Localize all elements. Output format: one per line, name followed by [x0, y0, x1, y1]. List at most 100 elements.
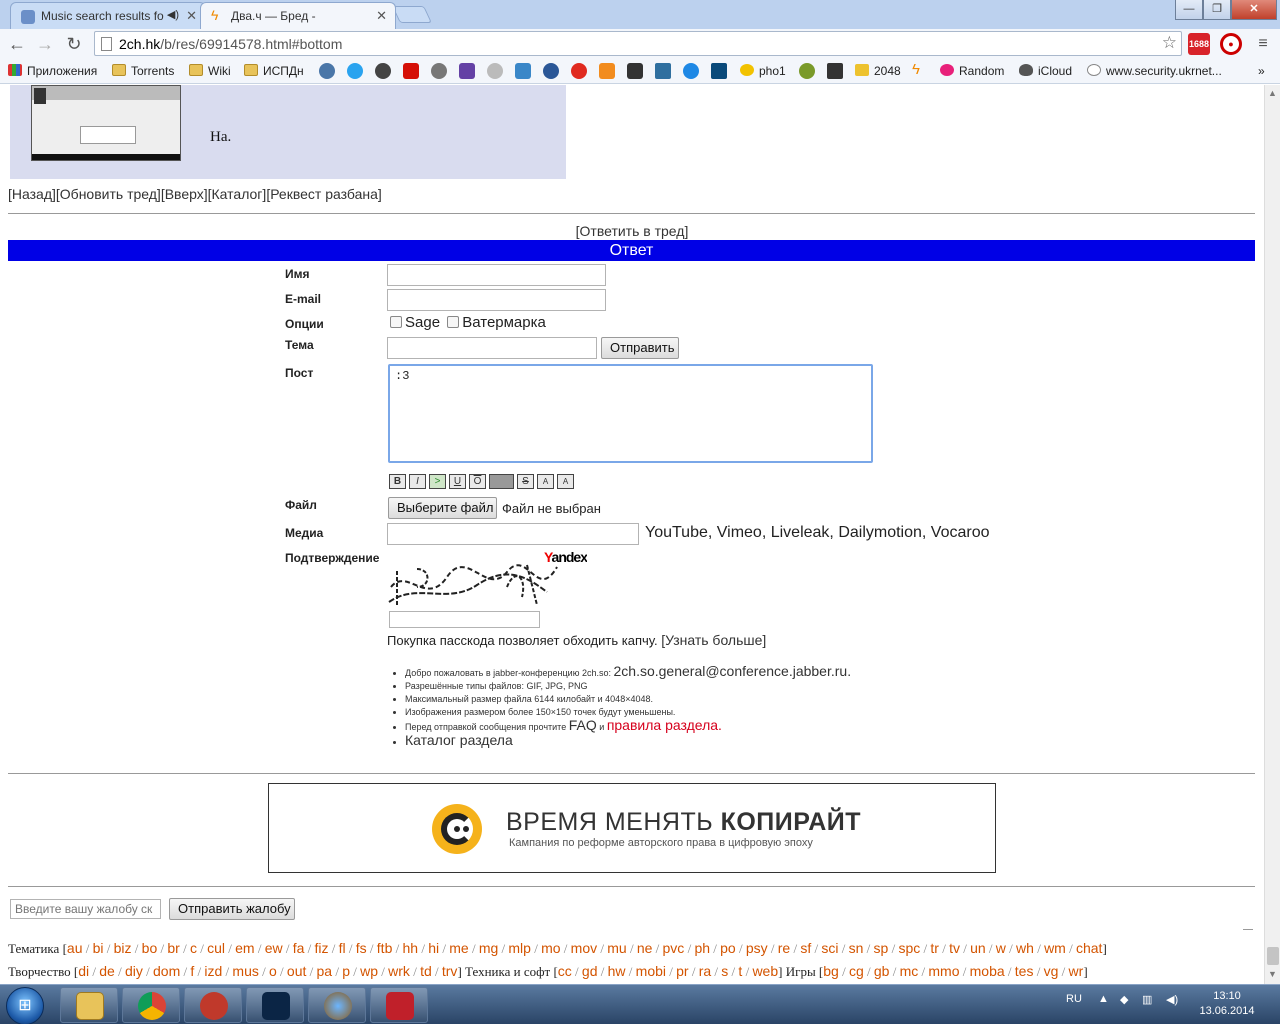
tab-music-search[interactable]: Music search results fo ◀) ✕	[10, 2, 206, 29]
choose-file-button[interactable]: Выберите файл	[388, 497, 497, 519]
board-link-cc[interactable]: cc	[558, 963, 572, 979]
language-indicator[interactable]: RU	[1066, 993, 1082, 1005]
board-link-bg[interactable]: bg	[823, 963, 839, 979]
bookmark-random[interactable]: Random	[940, 62, 1004, 80]
passcode-learn-more-link[interactable]: [Узнать больше]	[661, 632, 766, 648]
taskbar-app2[interactable]	[370, 987, 428, 1023]
complaint-input[interactable]	[10, 899, 161, 919]
opera-icon[interactable]	[571, 63, 587, 79]
site-icon[interactable]	[799, 63, 815, 79]
post-thumbnail[interactable]	[31, 85, 181, 161]
close-window-button[interactable]: ✕	[1231, 0, 1277, 20]
adblock-icon[interactable]: ●	[1220, 33, 1242, 55]
board-link-bo[interactable]: bo	[142, 940, 158, 956]
taskbar-app[interactable]	[184, 987, 242, 1023]
board-link-me[interactable]: me	[449, 940, 468, 956]
bookmark-pho1[interactable]: pho1	[740, 62, 786, 80]
board-link-out[interactable]: out	[287, 963, 306, 979]
site-icon[interactable]	[655, 63, 671, 79]
board-link-pvc[interactable]: pvc	[663, 940, 685, 956]
bookmark-wiki[interactable]: Wiki	[189, 62, 231, 80]
board-link-psy[interactable]: psy	[746, 940, 768, 956]
site-icon[interactable]	[599, 63, 615, 79]
board-link-gd[interactable]: gd	[582, 963, 598, 979]
lastfm-icon[interactable]	[403, 63, 419, 79]
bookmark-torrents[interactable]: Torrents	[112, 62, 174, 80]
board-link-wm[interactable]: wm	[1044, 940, 1066, 956]
unban-request-link[interactable]: [Реквест разбана]	[266, 186, 381, 202]
board-link-pa[interactable]: pa	[317, 963, 333, 979]
tray-arrow-icon[interactable]: ▲	[1098, 993, 1109, 1005]
board-link-re[interactable]: re	[778, 940, 790, 956]
ext-mail-icon[interactable]: 1688	[1188, 33, 1210, 55]
submit-button[interactable]: Отправить	[601, 337, 679, 359]
board-link-tr[interactable]: tr	[930, 940, 939, 956]
bold-button[interactable]: B	[389, 474, 406, 489]
taskbar-chrome[interactable]	[122, 987, 180, 1023]
lightning-icon[interactable]: ϟ	[912, 62, 928, 78]
board-link-wr[interactable]: wr	[1069, 963, 1084, 979]
underline-button[interactable]: U	[449, 474, 466, 489]
start-button[interactable]: ⊞	[6, 987, 44, 1024]
board-link-cg[interactable]: cg	[849, 963, 864, 979]
back-link[interactable]: [Назад]	[8, 186, 56, 202]
board-link-mmo[interactable]: mmo	[928, 963, 959, 979]
board-link-hw[interactable]: hw	[608, 963, 626, 979]
board-link-pr[interactable]: pr	[676, 963, 688, 979]
site-icon[interactable]	[431, 63, 447, 79]
board-link-de[interactable]: de	[99, 963, 115, 979]
board-link-trv[interactable]: trv	[442, 963, 458, 979]
bookmark-security[interactable]: www.security.ukrnet...	[1087, 62, 1222, 80]
refresh-thread-link[interactable]: [Обновить тред]	[56, 186, 161, 202]
taskbar-hearthstone[interactable]	[308, 987, 366, 1023]
board-link-hi[interactable]: hi	[428, 940, 439, 956]
board-link-mu[interactable]: mu	[607, 940, 626, 956]
board-link-p[interactable]: p	[342, 963, 350, 979]
board-link-cul[interactable]: cul	[207, 940, 225, 956]
bookmark-icloud[interactable]: iCloud	[1019, 62, 1072, 80]
site-icon[interactable]	[827, 63, 843, 79]
board-link-br[interactable]: br	[167, 940, 179, 956]
bookmark-2048[interactable]: 2048	[855, 62, 901, 80]
board-link-fs[interactable]: fs	[356, 940, 367, 956]
sage-checkbox[interactable]	[390, 316, 402, 328]
board-link-moba[interactable]: moba	[970, 963, 1005, 979]
faq-link[interactable]: FAQ	[569, 717, 597, 733]
board-link-ftb[interactable]: ftb	[377, 940, 393, 956]
dropbox-icon[interactable]: ◆	[1120, 993, 1128, 1006]
quote-button[interactable]: >	[429, 474, 446, 489]
taskbar-battlenet[interactable]	[246, 987, 304, 1023]
board-link-sn[interactable]: sn	[849, 940, 864, 956]
vk-icon[interactable]	[319, 63, 335, 79]
board-link-mov[interactable]: mov	[571, 940, 597, 956]
menu-icon[interactable]: ≡	[1252, 33, 1274, 55]
site-icon[interactable]	[543, 63, 559, 79]
board-link-vg[interactable]: vg	[1044, 963, 1059, 979]
board-link-tv[interactable]: tv	[949, 940, 960, 956]
watermark-checkbox[interactable]	[447, 316, 460, 328]
post-textarea[interactable]: :3	[388, 364, 873, 463]
submit-complaint-button[interactable]: Отправить жалобу	[169, 898, 295, 920]
board-link-c[interactable]: c	[190, 940, 197, 956]
board-link-diy[interactable]: diy	[125, 963, 143, 979]
board-link-fiz[interactable]: fiz	[315, 940, 329, 956]
board-link-tes[interactable]: tes	[1015, 963, 1034, 979]
globe-icon[interactable]	[683, 63, 699, 79]
back-arrow-icon[interactable]: ←	[6, 33, 28, 55]
scroll-thumb[interactable]	[1267, 947, 1279, 965]
forward-arrow-icon[interactable]: →	[34, 33, 56, 55]
italic-button[interactable]: I	[409, 474, 426, 489]
superscript-button[interactable]: A	[537, 474, 554, 489]
board-link-td[interactable]: td	[420, 963, 432, 979]
board-catalog-link[interactable]: Каталог раздела	[405, 732, 513, 748]
board-link-izd[interactable]: izd	[204, 963, 222, 979]
board-link-sci[interactable]: sci	[821, 940, 838, 956]
system-clock[interactable]: 13:10 13.06.2014	[1190, 989, 1264, 1019]
captcha-input[interactable]	[389, 611, 540, 628]
spoiler-button[interactable]	[489, 474, 514, 489]
board-link-em[interactable]: em	[235, 940, 254, 956]
close-tab-icon[interactable]: ✕	[186, 8, 197, 24]
name-input[interactable]	[387, 264, 606, 286]
network-icon[interactable]: ▥	[1142, 993, 1152, 1006]
board-link-ew[interactable]: ew	[265, 940, 283, 956]
